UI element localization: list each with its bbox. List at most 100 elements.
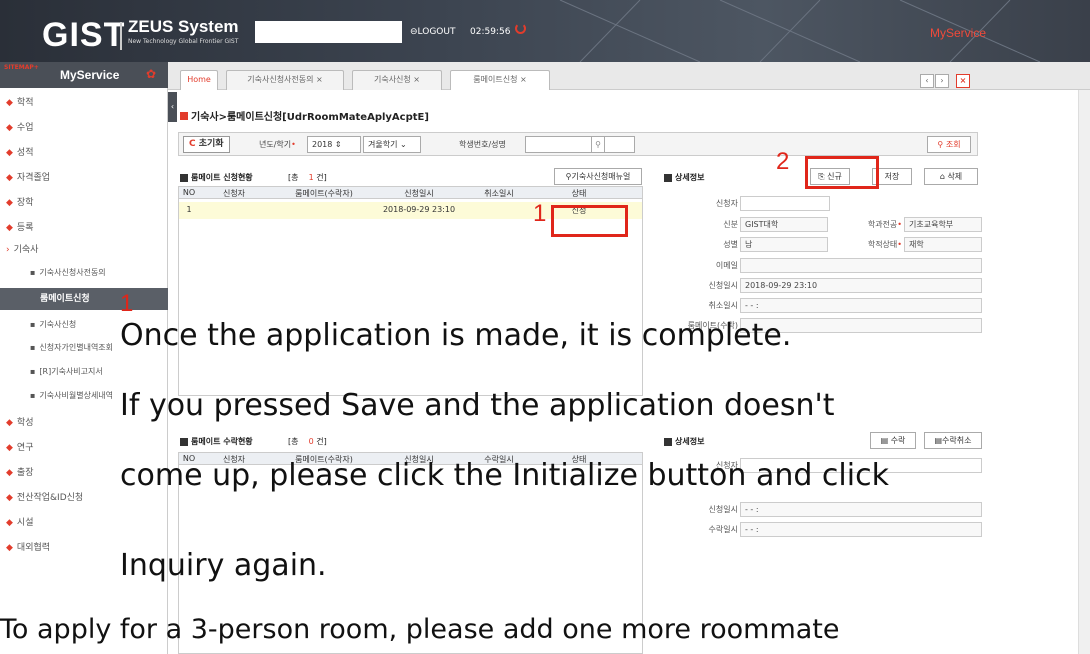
tab-next-button[interactable]: ›	[935, 74, 949, 88]
column-header[interactable]: 취소일시	[469, 188, 529, 199]
sidebar-item-scholarship[interactable]: ◆ 장학	[0, 192, 168, 214]
instruction-line-1: Once the application is made, it is comp…	[120, 318, 792, 353]
status-count: [총 1 건]	[288, 172, 327, 183]
gender-field[interactable]: 남	[740, 237, 828, 252]
sidebar-item-label: 시설	[16, 518, 34, 528]
major-label-text: 학과전공	[867, 220, 898, 229]
sidebar-item-label: 연구	[16, 443, 34, 453]
student-search-input[interactable]	[525, 136, 635, 153]
page-scrollbar[interactable]	[1078, 90, 1090, 654]
sidebar-item-label: 기숙사신청사전동의	[39, 268, 106, 277]
myservice-link[interactable]: MyService	[930, 26, 986, 40]
close-all-tabs-button[interactable]: ×	[956, 74, 970, 88]
tab-roommate[interactable]: 룸메이트신청 ×	[450, 70, 550, 90]
bullet-icon: ◆	[6, 468, 13, 478]
page-icon	[180, 112, 188, 120]
marker-1-status: 1	[533, 200, 547, 227]
system-title: ZEUS System	[128, 17, 239, 36]
identity-field[interactable]: GIST대학	[740, 217, 828, 232]
tab-dorm-consent[interactable]: 기숙사신청사전동의 ×	[226, 70, 344, 90]
sidebar-item-facilities[interactable]: ◆ 시설	[0, 512, 168, 534]
sidebar-item-label: 전산작업&ID신청	[16, 493, 84, 503]
applied-at-field[interactable]: 2018-09-29 23:10	[740, 278, 982, 293]
bullet-icon: ◆	[6, 173, 13, 183]
sidebar-collapse-button[interactable]: ‹	[168, 92, 177, 122]
logout-label: LOGOUT	[417, 27, 456, 37]
year-term-label-text: 년도/학기	[259, 140, 292, 149]
document-icon: ▤	[880, 436, 891, 445]
email-field[interactable]	[740, 258, 982, 273]
major-field[interactable]: 기초교육학부	[904, 217, 982, 232]
cell-no: 1	[186, 205, 192, 214]
column-header[interactable]: 신청자	[209, 188, 259, 199]
academic-status-field[interactable]: 재학	[904, 237, 982, 252]
marker-1-sidebar: 1	[120, 290, 134, 317]
inquiry-label: 조회	[945, 140, 961, 149]
delete-button[interactable]: ⌂ 삭제	[924, 168, 978, 185]
student-label: 학생번호/성명	[459, 140, 506, 149]
bullet-icon: ▪	[30, 268, 36, 277]
search-icon[interactable]: ⚲	[591, 136, 605, 153]
session-timer: 02:59:56	[470, 27, 511, 37]
sidebar-item-classes[interactable]: ◆ 수업	[0, 117, 168, 139]
detail-section-title: 상세정보	[664, 172, 704, 183]
sidebar-item-roommate[interactable]: 룸메이트신청	[0, 288, 168, 310]
accept-applied-label: 신청일시	[708, 505, 738, 514]
column-header[interactable]: 신청일시	[384, 188, 454, 199]
bullet-icon: ◆	[6, 123, 13, 133]
year-select[interactable]: 2018 ⇕	[307, 136, 361, 153]
reset-button[interactable]: C 초기화	[183, 136, 230, 153]
column-header[interactable]: 상태	[549, 188, 609, 199]
accepted-at-field[interactable]: - - :	[740, 522, 982, 537]
sidebar-item-label: 출장	[16, 468, 34, 478]
instruction-line-3: come up, please click the Initialize but…	[120, 458, 889, 493]
status-title-text: 룸메이트 신청현황	[191, 173, 253, 182]
reset-label: 초기화	[198, 139, 224, 149]
cancel-at-field[interactable]: - - :	[740, 298, 982, 313]
sidebar-item-grades[interactable]: ◆ 성적	[0, 142, 168, 164]
sidebar-item-graduation[interactable]: ◆ 자격졸업	[0, 167, 168, 189]
logo-divider	[120, 22, 122, 50]
bullet-icon: ◆	[6, 543, 13, 553]
sidebar-item-label: 자격졸업	[16, 173, 51, 183]
sidebar-item-label: 학성	[16, 418, 34, 428]
instruction-line-2: If you pressed Save and the application …	[120, 388, 835, 423]
accept-button[interactable]: ▤ 수락	[870, 432, 916, 449]
sidebar-item-dorm-consent[interactable]: ▪ 기숙사신청사전동의	[0, 262, 168, 284]
dorm-manual-button[interactable]: ⚲기숙사신청매뉴얼	[554, 168, 642, 185]
tab-home[interactable]: Home	[180, 70, 218, 90]
instruction-line-4: Inquiry again.	[120, 548, 327, 583]
manual-label: 기숙사신청매뉴얼	[571, 172, 631, 181]
sidebar-item-label: 대외협력	[16, 543, 51, 553]
sidebar-item-dorm-bill[interactable]: ▪ [R]기숙사비고지서	[0, 361, 168, 383]
sidebar-item-label: 성적	[16, 148, 34, 158]
delete-label: 삭제	[947, 172, 963, 181]
status-label-text: 학적상태	[867, 240, 898, 249]
lock-icon: ⊖	[410, 27, 418, 37]
term-select[interactable]: 겨울학기 ⌄	[363, 136, 421, 153]
bullet-icon: ◆	[6, 418, 13, 428]
breadcrumb: 기숙사>룸메이트신청[UdrRoomMateAplyAcptE]	[180, 108, 429, 123]
gist-logo[interactable]: GIST	[42, 16, 125, 55]
accept-cancel-button[interactable]: ▤수락취소	[924, 432, 982, 449]
sidebar-item-label: 학적	[16, 98, 34, 108]
applicant-field[interactable]	[740, 196, 830, 211]
sidebar-item-dormitory[interactable]: › 기숙사	[0, 239, 168, 261]
logout-button[interactable]: ⊖LOGOUT	[410, 27, 455, 37]
accept-applied-field[interactable]: - - :	[740, 502, 982, 517]
sitemap-link[interactable]: SITEMAP+	[4, 64, 39, 71]
term-value: 겨울학기	[368, 140, 398, 149]
sidebar-item-research[interactable]: ◆ 연구	[0, 437, 168, 459]
column-header[interactable]: 룸메이트(수락자)	[274, 188, 374, 199]
sidebar-item-registration[interactable]: ◆ 등록	[0, 217, 168, 239]
tab-dorm-apply[interactable]: 기숙사신청 ×	[352, 70, 442, 90]
sidebar-item-academic[interactable]: ◆ 학적	[0, 92, 168, 114]
system-subtitle: New Technology Global Frontier GIST	[128, 38, 239, 45]
tab-prev-button[interactable]: ‹	[920, 74, 934, 88]
gear-icon[interactable]: ✿	[146, 67, 156, 81]
bullet-icon: ◆	[6, 493, 13, 503]
column-header[interactable]: NO	[179, 188, 199, 197]
session-refresh-icon[interactable]	[515, 23, 526, 34]
count-value: 1	[308, 173, 314, 182]
inquiry-button[interactable]: ⚲ 조회	[927, 136, 971, 153]
